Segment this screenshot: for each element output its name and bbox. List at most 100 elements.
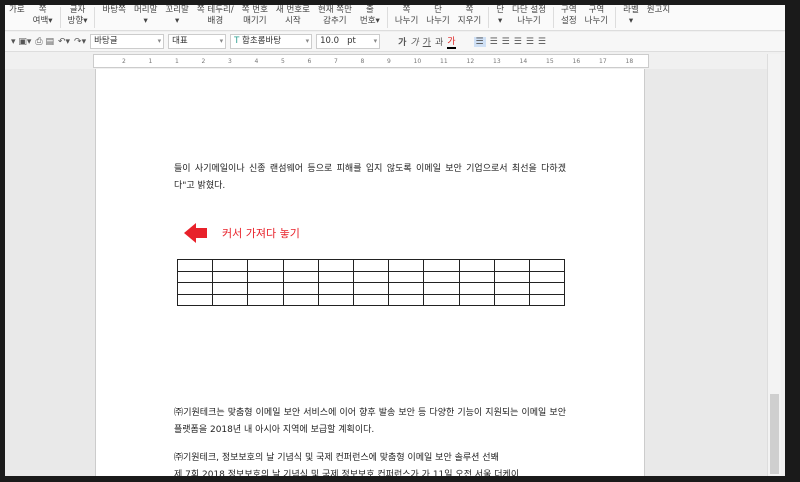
align-left-icon[interactable]: ☰ bbox=[490, 37, 498, 47]
table-cell[interactable] bbox=[458, 259, 495, 272]
table-cell[interactable] bbox=[528, 259, 566, 272]
separator bbox=[59, 7, 61, 28]
table-cell[interactable] bbox=[388, 282, 425, 295]
ribbon-button[interactable]: 현재 쪽만 감추기 bbox=[314, 5, 356, 30]
strike-button[interactable]: 과 bbox=[435, 35, 443, 48]
scroll-thumb[interactable] bbox=[770, 394, 779, 474]
ribbon-button[interactable]: 새 번호로 시작 bbox=[272, 5, 314, 30]
table-cell[interactable] bbox=[493, 259, 530, 272]
table-cell[interactable] bbox=[212, 282, 249, 295]
table-cell[interactable] bbox=[388, 293, 425, 306]
ribbon-button[interactable]: 라벨 ▾ bbox=[619, 5, 643, 30]
table-cell[interactable] bbox=[423, 259, 460, 272]
table-cell[interactable] bbox=[352, 270, 390, 283]
table-cell[interactable] bbox=[317, 259, 354, 272]
table-cell[interactable] bbox=[493, 282, 530, 295]
paragraph-3: ㈜기원테크, 정보보호의 날 기념식 및 국제 컨퍼런스에 맞춤형 이메일 보안… bbox=[174, 453, 499, 463]
align-right-icon[interactable]: ☰ bbox=[514, 37, 522, 47]
table-cell[interactable] bbox=[282, 293, 319, 306]
table-cell[interactable] bbox=[212, 270, 249, 283]
print-icon[interactable]: ⎙ ▤ bbox=[35, 37, 54, 47]
ribbon-button[interactable]: 원고지 bbox=[643, 5, 674, 30]
distribute-icon[interactable]: ☰ bbox=[526, 37, 534, 47]
ribbon-label: 쪽 bbox=[465, 5, 474, 15]
table-cell[interactable] bbox=[352, 293, 390, 306]
table-cell[interactable] bbox=[212, 293, 249, 306]
ribbon: 가로 쪽 여백▾ 글자 방향▾ 바탕쪽 머리말 ▾ 꼬리말 ▾ 쪽 테두리/배경 쪽 번호 매기기 새 번… bbox=[5, 5, 785, 31]
ribbon-button[interactable]: 바탕쪽 bbox=[98, 5, 129, 30]
justify-icon[interactable]: ☰ bbox=[473, 36, 486, 47]
ribbon-button[interactable]: 머리말 ▾ bbox=[130, 5, 161, 30]
ribbon-button[interactable]: 구역 나누기 bbox=[581, 5, 612, 30]
table-cell[interactable] bbox=[388, 259, 425, 272]
table[interactable] bbox=[176, 259, 566, 306]
table-cell[interactable] bbox=[282, 270, 319, 283]
table-cell[interactable] bbox=[247, 270, 284, 283]
table-cell[interactable] bbox=[317, 293, 354, 306]
table-cell[interactable] bbox=[176, 270, 214, 283]
language-select[interactable]: 대표 bbox=[168, 34, 227, 49]
table-cell[interactable] bbox=[282, 282, 319, 295]
table-cell[interactable] bbox=[247, 259, 284, 272]
ribbon-label: 매기기 bbox=[243, 16, 267, 26]
table-cell[interactable] bbox=[423, 282, 460, 295]
ruler[interactable]: 2 1 1 2 3 4 5 6 7 8 9 10 11 12 13 14 15 16 17 18 bbox=[93, 54, 649, 68]
underline-button[interactable]: 가 bbox=[423, 35, 431, 48]
ribbon-button[interactable]: 쪽 테두리/배경 bbox=[193, 5, 238, 30]
ribbon-button[interactable]: 다단 설정 나누기 bbox=[508, 5, 550, 30]
table-cell[interactable] bbox=[176, 259, 214, 272]
font-select[interactable]: T 함초롬바탕 bbox=[230, 34, 313, 49]
font-size-input[interactable]: 10.0 pt bbox=[316, 34, 381, 49]
table-cell[interactable] bbox=[493, 293, 530, 306]
ribbon-label: 나누기 bbox=[426, 16, 450, 26]
ribbon-button[interactable]: 단 나누기 bbox=[422, 5, 453, 30]
ribbon-button[interactable]: 꼬리말 ▾ bbox=[161, 5, 192, 30]
ribbon-button[interactable]: 글자 방향▾ bbox=[64, 5, 92, 30]
page[interactable]: 들이 사기메일이나 신종 랜섬웨어 등으로 피해를 입지 않도록 이메일 보안 … bbox=[95, 69, 645, 476]
table-cell[interactable] bbox=[423, 293, 460, 306]
ribbon-button[interactable]: 쪽 나누기 bbox=[391, 5, 422, 30]
table-cell[interactable] bbox=[352, 259, 390, 272]
table-cell[interactable] bbox=[247, 282, 284, 295]
table-cell[interactable] bbox=[212, 259, 249, 272]
font-color-button[interactable]: 가 bbox=[447, 34, 456, 49]
table-cell[interactable] bbox=[458, 270, 495, 283]
ribbon-button[interactable]: 줄 번호▾ bbox=[356, 5, 384, 30]
table-cell[interactable] bbox=[458, 282, 495, 295]
ribbon-button[interactable]: 구역 설정 bbox=[557, 5, 581, 30]
vertical-scrollbar[interactable] bbox=[767, 54, 781, 476]
ribbon-button[interactable]: 쪽 번호 매기기 bbox=[238, 5, 272, 30]
table-cell[interactable] bbox=[247, 293, 284, 306]
divide-icon[interactable]: ☰ bbox=[538, 37, 546, 47]
ruler-tick: 14 bbox=[519, 58, 528, 65]
undo-icon[interactable]: ↶▾ bbox=[58, 37, 70, 47]
ribbon-label: 새 번호로 bbox=[275, 5, 310, 15]
table-cell[interactable] bbox=[458, 293, 495, 306]
bold-button[interactable]: 가 bbox=[398, 35, 406, 48]
ribbon-label: 쪽 번호 bbox=[241, 5, 268, 15]
ribbon-label: 단 bbox=[434, 5, 442, 15]
table-cell[interactable] bbox=[176, 282, 214, 295]
ribbon-button[interactable]: 쪽 여백▾ bbox=[29, 5, 57, 30]
table-cell[interactable] bbox=[423, 270, 460, 283]
ribbon-button[interactable]: 가로 bbox=[5, 5, 29, 30]
save-icon[interactable]: ▾ ▣▾ bbox=[11, 37, 31, 47]
table-cell[interactable] bbox=[528, 270, 566, 283]
ribbon-button[interactable]: 쪽 지우기 bbox=[454, 5, 485, 30]
align-center-icon[interactable]: ☰ bbox=[502, 37, 510, 47]
ribbon-label: 머리말 bbox=[133, 5, 158, 15]
style-select[interactable]: 바탕글 bbox=[90, 34, 165, 49]
table-cell[interactable] bbox=[388, 270, 425, 283]
table-cell[interactable] bbox=[317, 282, 354, 295]
redo-icon[interactable]: ↷▾ bbox=[74, 37, 86, 47]
table-cell[interactable] bbox=[352, 282, 390, 295]
italic-button[interactable]: 가 bbox=[410, 35, 418, 48]
table-cell[interactable] bbox=[176, 293, 214, 306]
table-cell[interactable] bbox=[493, 270, 530, 283]
table-cell[interactable] bbox=[317, 270, 354, 283]
ribbon-button[interactable]: 단 ▾ bbox=[492, 5, 508, 30]
table-cell[interactable] bbox=[528, 293, 566, 306]
table-cell[interactable] bbox=[282, 259, 319, 272]
separator bbox=[488, 7, 490, 28]
table-cell[interactable] bbox=[528, 282, 566, 295]
